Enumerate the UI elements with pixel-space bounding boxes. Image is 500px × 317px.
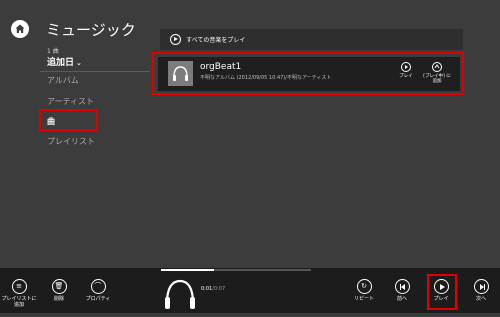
sort-label: 追加日 [47, 58, 75, 68]
trash-icon: 🗑 [51, 279, 67, 294]
library-sidebar [0, 0, 150, 268]
home-icon [15, 24, 25, 33]
properties-icon: ⌒ [90, 279, 106, 294]
progress-fill [161, 269, 214, 271]
next-button[interactable]: 次へ [463, 279, 499, 302]
chevron-down-icon: ⌄ [76, 59, 82, 67]
play-all-label: すべての音楽をプレイ [186, 37, 246, 44]
app-title: ミュージック [46, 21, 136, 39]
now-playing-art [160, 273, 200, 313]
play-circle-icon [170, 34, 181, 45]
delete-label: 削除 [53, 296, 64, 302]
repeat-label: リピート [353, 296, 374, 302]
song-count: 1 曲 [47, 48, 59, 55]
list-add-icon: ≡ [11, 279, 27, 294]
add-to-playlist-button[interactable]: ≡ プレイリストに追加 [1, 279, 37, 308]
next-label: 次へ [475, 296, 486, 302]
nav-item-artists[interactable]: アーティスト [47, 96, 94, 107]
home-button[interactable] [11, 20, 29, 38]
highlight-track-row [152, 52, 464, 95]
play-all-button[interactable]: すべての音楽をプレイ [160, 29, 463, 50]
add-to-playlist-label: プレイリストに追加 [1, 296, 37, 308]
time-current: 0:01 [201, 286, 213, 292]
sort-dropdown[interactable]: 追加日 ⌄ [47, 55, 82, 68]
time-display: 0:01/0:07 [201, 286, 226, 292]
delete-button[interactable]: 🗑 削除 [41, 279, 77, 302]
nav-item-albums[interactable]: アルバム [47, 75, 79, 86]
headphones-icon [165, 279, 195, 309]
previous-icon [394, 279, 410, 294]
highlight-play-button [427, 274, 457, 310]
repeat-icon: ↻ [356, 279, 372, 294]
previous-button[interactable]: 前へ [384, 279, 420, 302]
properties-button[interactable]: ⌒ プロパティ [80, 279, 116, 302]
time-total: 0:07 [213, 286, 226, 292]
divider [40, 71, 152, 72]
repeat-button[interactable]: ↻ リピート [346, 279, 382, 302]
nav-item-playlists[interactable]: プレイリスト [47, 136, 95, 147]
previous-label: 前へ [396, 296, 407, 302]
properties-label: プロパティ [85, 296, 111, 302]
highlight-songs [39, 109, 98, 131]
next-icon [473, 279, 489, 294]
